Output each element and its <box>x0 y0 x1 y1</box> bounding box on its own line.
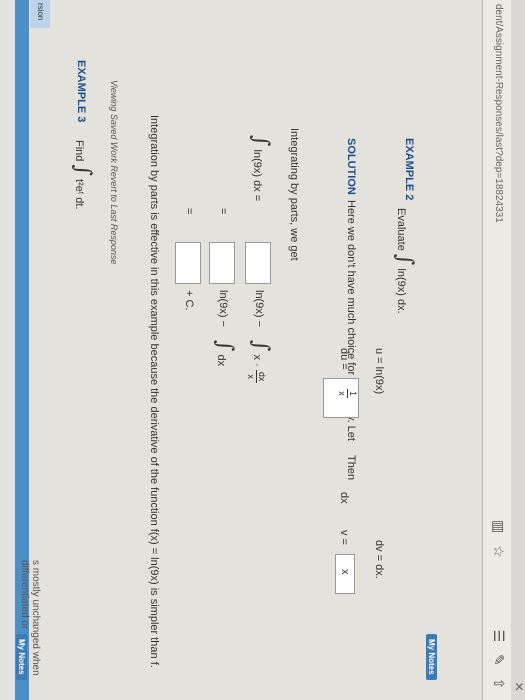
example-2-label: EXAMPLE 2 <box>403 138 415 201</box>
toolbar-icons: ▥ ☆ ☰ ✎ ⇧ <box>490 520 507 697</box>
line1-integral: ∫ x · dx x <box>246 340 273 384</box>
conclusion-text: Integration by parts is effective in thi… <box>148 115 160 668</box>
star-icon[interactable]: ☆ <box>491 545 507 558</box>
share-icon[interactable]: ⇧ <box>491 678 507 690</box>
answer-box-3[interactable] <box>175 242 201 284</box>
dv-definition: dv = dx. <box>373 540 385 579</box>
reader-view-icon[interactable]: ▥ <box>491 520 507 533</box>
line1-left: ∫ ln(9x) dx = <box>248 135 273 202</box>
answer-box-1[interactable] <box>245 242 271 284</box>
example-2-panel: EXAMPLE 2 Evaluate ∫ ln(9x) dx. u = ln(9… <box>45 60 465 668</box>
close-tab-icon[interactable]: × <box>509 682 525 691</box>
dx-over-x-fraction: dx x <box>246 369 268 384</box>
du-answer-box[interactable]: 1 x <box>323 378 359 418</box>
v-label: v = <box>338 530 350 545</box>
line2-equals: = <box>217 208 229 215</box>
dx-text: dx <box>338 492 350 504</box>
evaluate-text: Evaluate ∫ ln(9x) dx. <box>392 208 417 314</box>
integral-sign-icon: ∫ <box>392 253 417 266</box>
line2-integral: ∫ dx <box>212 340 237 367</box>
line2-mid: ln(9x) − <box>217 290 229 327</box>
v-answer-value: x <box>339 569 351 575</box>
address-bar[interactable]: dent/Assignment-Responses/last?dep=18824… <box>482 0 511 700</box>
solution-label: SOLUTION <box>345 138 357 195</box>
page: × dent/Assignment-Responses/last?dep=188… <box>0 0 525 700</box>
example-3-label: EXAMPLE 3 <box>75 60 87 123</box>
line3-tail: + C. <box>183 290 195 311</box>
footer-text: s mostly unchanged when differentiated o… <box>19 560 41 676</box>
version-tab[interactable]: rsion <box>30 0 50 28</box>
v-answer-box[interactable]: x <box>335 554 355 594</box>
line3-equals: = <box>183 208 195 215</box>
pen-icon[interactable]: ✎ <box>491 654 507 666</box>
tab-strip: × <box>509 0 525 700</box>
answer-box-2[interactable] <box>209 242 235 284</box>
menu-icon[interactable]: ☰ <box>491 630 507 643</box>
then-text: Then <box>345 455 357 481</box>
du-fraction: 1 x <box>337 389 358 399</box>
line1-mid: ln(9x) − <box>253 290 265 327</box>
du-label: du = <box>338 348 350 370</box>
rotated-page-frame: × dent/Assignment-Responses/last?dep=188… <box>0 0 525 700</box>
example-3-prompt: Find ∫ t²eᵗ dt. <box>70 140 95 210</box>
saved-work-text[interactable]: Viewing Saved Work Revert to Last Respon… <box>109 80 119 264</box>
u-definition: u = ln(9x) <box>373 348 385 395</box>
url-text[interactable]: dent/Assignment-Responses/last?dep=18824… <box>493 4 504 223</box>
integrating-text: Integrating by parts, we get <box>288 128 300 261</box>
